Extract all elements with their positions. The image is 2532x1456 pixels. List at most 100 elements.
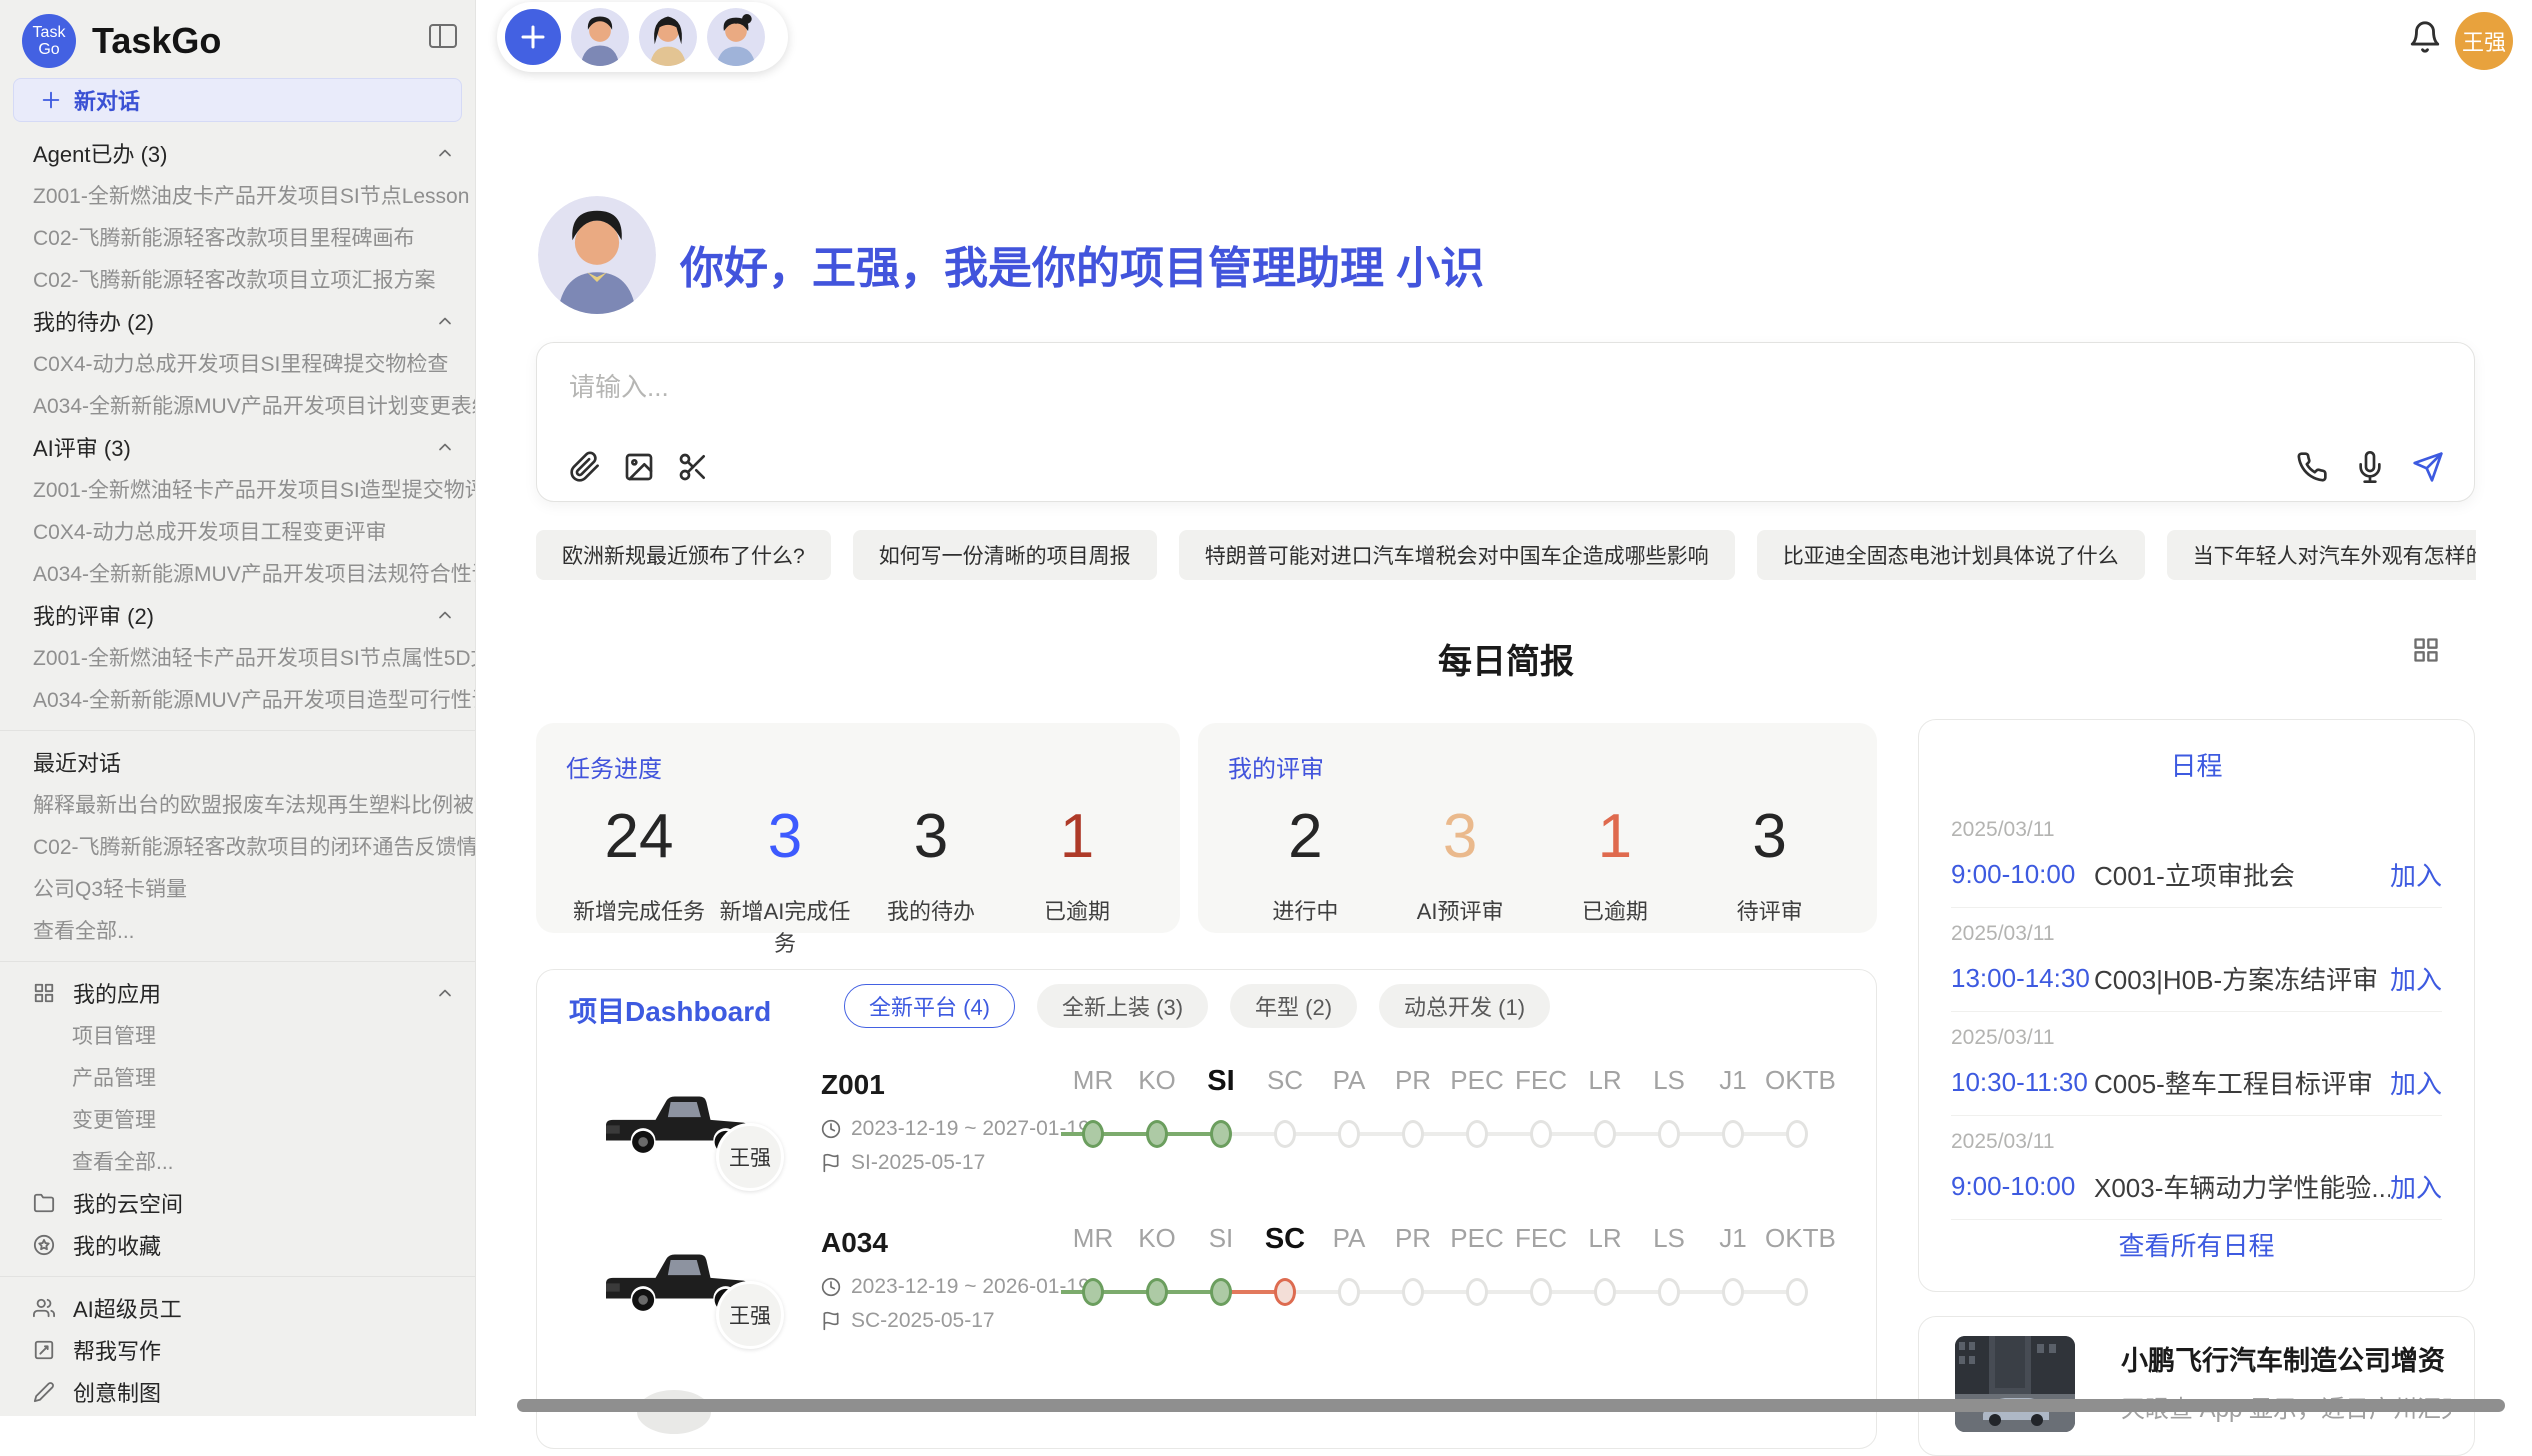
project-row[interactable]: 王强 A034 2023-12-19 ~ 2026-01-19 SC-2025-… xyxy=(537,1217,1877,1375)
project-owner-badge: 王强 xyxy=(716,1281,784,1349)
recent-chat-item[interactable]: 解释最新出台的欧盟报废车法规再生塑料比例被调至15%... xyxy=(0,783,475,825)
image-icon[interactable] xyxy=(623,451,655,483)
milestone-node xyxy=(1722,1120,1744,1148)
new-chat-button[interactable]: 新对话 xyxy=(13,78,462,122)
project-dashboard-card: 项目Dashboard 全新平台 (4) 全新上装 (3) 年型 (2) 动总开… xyxy=(536,969,1877,1449)
suggestion-chip[interactable]: 如何写一份清晰的项目周报 xyxy=(853,530,1157,580)
chat-input[interactable] xyxy=(569,367,2269,431)
sidebar-item[interactable]: A034-全新新能源MUV产品开发项目法规符合性评审 xyxy=(0,552,475,594)
milestone-label: SC xyxy=(1253,1065,1317,1098)
milestone-node xyxy=(1722,1278,1744,1306)
project-owner-badge: 王强 xyxy=(716,1123,784,1191)
user-avatar[interactable]: 王强 xyxy=(2455,12,2513,70)
suggestion-chip[interactable]: 比亚迪全固态电池计划具体说了什么 xyxy=(1757,530,2145,580)
section-agent-done[interactable]: Agent已办 (3) xyxy=(0,132,475,174)
sidebar-item-my-apps[interactable]: 我的应用 xyxy=(0,972,475,1014)
sidebar-item[interactable]: C02-飞腾新能源轻客改款项目立项汇报方案 xyxy=(0,258,475,300)
section-ai-review[interactable]: AI评审 (3) xyxy=(0,426,475,468)
milestone-node xyxy=(1786,1120,1808,1148)
recent-chat-item[interactable]: C02-飞腾新能源轻客改款项目的闭环通告反馈情况 xyxy=(0,825,475,867)
stat-column: 2 进行中 xyxy=(1228,802,1383,926)
join-meeting-link[interactable]: 加入 xyxy=(2390,1064,2442,1101)
task-progress-card: 任务进度 24 新增完成任务 3 新增AI完成任务 3 我的待办 1 已逾期 xyxy=(536,723,1180,933)
app-item-product-mgmt[interactable]: 产品管理 xyxy=(0,1056,475,1098)
stat-column: 1 已逾期 xyxy=(1538,802,1693,926)
sidebar-item-cloud-space[interactable]: 我的云空间 xyxy=(0,1182,475,1224)
tab-powertrain[interactable]: 动总开发 (1) xyxy=(1379,984,1550,1028)
agent-avatar[interactable] xyxy=(639,8,697,66)
join-meeting-link[interactable]: 加入 xyxy=(2390,960,2442,997)
section-my-review[interactable]: 我的评审 (2) xyxy=(0,594,475,636)
app-item-project-mgmt[interactable]: 项目管理 xyxy=(0,1014,475,1056)
send-icon[interactable] xyxy=(2412,451,2444,483)
suggestion-chip[interactable]: 欧洲新规最近颁布了什么? xyxy=(536,530,831,580)
flag-icon xyxy=(821,1153,841,1173)
join-meeting-link[interactable]: 加入 xyxy=(2390,856,2442,893)
project-code: Z001 xyxy=(821,1069,885,1101)
layout-grid-icon[interactable] xyxy=(2412,636,2442,666)
app-screen: Task Go TaskGo 新对话 Agent已办 (3) Z001-全新燃油… xyxy=(0,0,2532,1416)
app-item-change-mgmt[interactable]: 变更管理 xyxy=(0,1098,475,1140)
milestone-node xyxy=(1530,1278,1552,1306)
sidebar-item-creative-draw[interactable]: 创意制图 xyxy=(0,1371,475,1413)
sidebar-item[interactable]: C02-飞腾新能源轻客改款项目里程碑画布 xyxy=(0,216,475,258)
greeting-text: 你好，王强，我是你的项目管理助理 小识 xyxy=(680,232,1484,296)
recent-view-all-link[interactable]: 查看全部... xyxy=(0,909,475,951)
section-my-todo[interactable]: 我的待办 (2) xyxy=(0,300,475,342)
my-apps-label: 我的应用 xyxy=(73,977,161,1009)
sidebar-item-ai-employee[interactable]: AI超级员工 xyxy=(0,1287,475,1329)
stat-label: AI预评审 xyxy=(1383,894,1538,926)
sidebar-item[interactable]: A034-全新新能源MUV产品开发项目造型可行性评审 xyxy=(0,678,475,720)
milestone-label: J1 xyxy=(1701,1065,1765,1098)
agent-avatar[interactable] xyxy=(571,8,629,66)
sidebar-item[interactable]: C0X4-动力总成开发项目工程变更评审 xyxy=(0,510,475,552)
milestone-label: OKTB xyxy=(1765,1223,1829,1256)
sidebar-item-write-helper[interactable]: 帮我写作 xyxy=(0,1329,475,1371)
microphone-icon[interactable] xyxy=(2354,451,2386,483)
sidebar-item-favorites[interactable]: 我的收藏 xyxy=(0,1224,475,1266)
assistant-avatar xyxy=(538,196,656,314)
join-meeting-link[interactable]: 加入 xyxy=(2390,1168,2442,1205)
chevron-up-icon xyxy=(435,983,455,1003)
cloud-space-label: 我的云空间 xyxy=(73,1187,183,1219)
schedule-item: 2025/03/11 9:00-10:00 C001-立项审批会 加入 xyxy=(1951,804,2442,908)
milestone-label: PEC xyxy=(1445,1065,1509,1098)
apps-view-all-link[interactable]: 查看全部... xyxy=(0,1140,475,1182)
sidebar-collapse-icon[interactable] xyxy=(429,24,457,48)
notifications-bell-icon[interactable] xyxy=(2408,20,2444,56)
sidebar-item[interactable]: Z001-全新燃油皮卡产品开发项目SI节点Lesson Learn报告 xyxy=(0,174,475,216)
star-icon xyxy=(33,1234,55,1256)
stat-value: 3 xyxy=(712,802,858,872)
sidebar-item[interactable]: C0X4-动力总成开发项目SI里程碑提交物检查 xyxy=(0,342,475,384)
favorites-label: 我的收藏 xyxy=(73,1229,161,1261)
voice-call-icon[interactable] xyxy=(2296,451,2328,483)
project-row[interactable]: 王强 Z001 2023-12-19 ~ 2027-01-19 SI-2025-… xyxy=(537,1059,1877,1217)
stat-label: 待评审 xyxy=(1692,894,1847,926)
view-all-schedule-link[interactable]: 查看所有日程 xyxy=(1919,1226,2474,1263)
sidebar-divider xyxy=(0,730,475,731)
recent-chat-item[interactable]: 公司Q3轻卡销量 xyxy=(0,867,475,909)
news-card[interactable]: 小鹏飞行汽车制造公司增资 天眼查 App 显示，近日广州汇天飞行汽... xyxy=(1918,1316,2475,1456)
suggestion-chip[interactable]: 特朗普可能对进口汽车增税会对中国车企造成哪些影响 xyxy=(1179,530,1735,580)
tab-new-body[interactable]: 全新上装 (3) xyxy=(1037,984,1208,1028)
add-agent-button[interactable] xyxy=(505,9,561,65)
project-dates: 2023-12-19 ~ 2027-01-19 xyxy=(821,1117,1090,1141)
tab-new-platform[interactable]: 全新平台 (4) xyxy=(844,984,1015,1028)
horizontal-scrollbar[interactable] xyxy=(517,1399,2505,1412)
sidebar-item[interactable]: Z001-全新燃油轻卡产品开发项目SI造型提交物评审 xyxy=(0,468,475,510)
sidebar-lists: Agent已办 (3) Z001-全新燃油皮卡产品开发项目SI节点Lesson … xyxy=(0,122,475,1413)
sidebar-item[interactable]: Z001-全新燃油轻卡产品开发项目SI节点属性5D文件评审 xyxy=(0,636,475,678)
suggestion-chips: 欧洲新规最近颁布了什么? 如何写一份清晰的项目周报 特朗普可能对进口汽车增税会对… xyxy=(536,530,2476,580)
scissors-icon[interactable] xyxy=(677,451,709,483)
section-title: 我的评审 (2) xyxy=(33,599,154,631)
schedule-name: C003|H0B-方案冻结评审 xyxy=(2094,960,2390,997)
stat-column: 3 待评审 xyxy=(1692,802,1847,926)
stat-label: 已逾期 xyxy=(1538,894,1693,926)
tab-year-model[interactable]: 年型 (2) xyxy=(1230,984,1357,1028)
project-date-range: 2023-12-19 ~ 2026-01-19 xyxy=(851,1275,1090,1299)
attachment-icon[interactable] xyxy=(569,451,601,483)
sidebar-item[interactable]: A034-全新新能源MUV产品开发项目计划变更表编写 xyxy=(0,384,475,426)
agent-avatar[interactable] xyxy=(707,8,765,66)
schedule-name: X003-车辆动力学性能验... xyxy=(2094,1168,2390,1205)
suggestion-chip[interactable]: 当下年轻人对汽车外观有怎样的喜好趋势 xyxy=(2167,530,2476,580)
